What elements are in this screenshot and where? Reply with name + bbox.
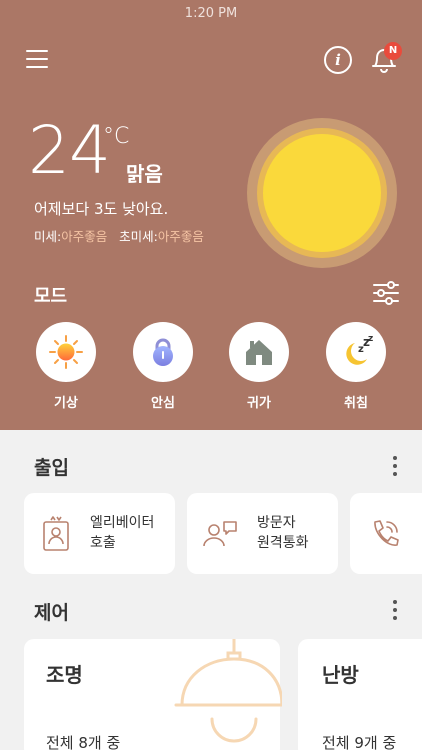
visitor-call-label-line2: 원격통화 <box>257 535 309 551</box>
access-title: 출입 <box>34 457 69 479</box>
menu-button[interactable] <box>26 50 48 70</box>
ultrafine-dust-label: 초미세: <box>119 229 158 244</box>
heating-count: 전체 9개 중 <box>322 734 397 750</box>
phone-call-card[interactable] <box>350 493 422 574</box>
ultrafine-dust-value: 아주좋음 <box>157 229 204 244</box>
heating-title: 난방 <box>322 663 359 687</box>
control-more-icon[interactable] <box>392 600 398 624</box>
status-time: 1:20 PM <box>184 6 238 21</box>
home-icon <box>229 322 289 382</box>
visitor-call-label: 방문자 원격통화 <box>257 513 309 553</box>
dust-info: 미세:아주좋음 초미세:아주좋음 <box>34 226 204 245</box>
phone-call-icon <box>368 517 402 555</box>
mode-wake-label: 기상 <box>54 396 78 411</box>
lighting-title: 조명 <box>46 663 83 687</box>
mode-wake[interactable]: 기상 <box>35 322 97 411</box>
elevator-call-label-line2: 호출 <box>90 535 116 551</box>
mode-home-label: 귀가 <box>247 396 271 411</box>
info-icon[interactable]: i <box>324 46 352 74</box>
elevator-call-label: 엘리베이터 호출 <box>90 513 154 553</box>
temperature-compare: 어제보다 3도 낮아요. <box>34 200 169 218</box>
sunrise-icon <box>36 322 96 382</box>
temperature-unit: °C <box>103 124 130 149</box>
mode-secure-label: 안심 <box>151 396 175 411</box>
temperature: 24 <box>28 112 111 189</box>
weather-condition: 맑음 <box>126 162 163 186</box>
visitor-call-icon <box>201 519 239 553</box>
moon-sleep-icon: z z z <box>326 322 386 382</box>
visitor-call-label-line1: 방문자 <box>257 515 296 531</box>
mode-secure[interactable]: 안심 <box>132 322 194 411</box>
heating-card[interactable]: 난방 전체 9개 중 <box>298 639 422 750</box>
svg-text:z: z <box>368 334 373 344</box>
mode-home[interactable]: 귀가 <box>228 322 290 411</box>
notification-badge: N <box>384 42 402 60</box>
elevator-call-label-line1: 엘리베이터 <box>90 515 155 531</box>
lighting-card[interactable]: 조명 전체 8개 중 <box>24 637 284 750</box>
elevator-call-icon <box>40 515 72 557</box>
fine-dust-value: 아주좋음 <box>61 229 108 244</box>
visitor-call-card[interactable]: 방문자 원격통화 <box>187 493 338 574</box>
lock-icon <box>133 322 193 382</box>
sliders-icon[interactable] <box>372 280 400 306</box>
mode-sleep[interactable]: z z z 취침 <box>325 322 387 411</box>
elevator-call-card[interactable]: 엘리베이터 호출 <box>24 493 175 574</box>
sun-core <box>263 134 381 252</box>
weather-mode-panel: 1:20 PM i N 24 °C 맑음 어제보다 3도 낮아요. 미세:아주좋… <box>0 0 422 430</box>
lamp-icon <box>172 637 284 750</box>
mode-title: 모드 <box>34 286 68 307</box>
mode-sleep-label: 취침 <box>344 396 368 411</box>
lighting-count: 전체 8개 중 <box>46 734 121 750</box>
fine-dust-label: 미세: <box>34 229 62 244</box>
control-title: 제어 <box>34 602 69 624</box>
access-more-icon[interactable] <box>392 456 398 480</box>
